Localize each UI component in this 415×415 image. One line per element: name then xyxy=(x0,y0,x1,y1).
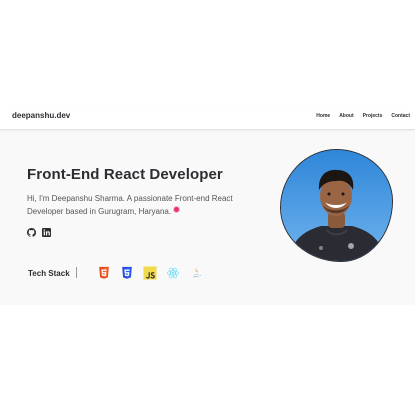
java-icon xyxy=(192,267,201,278)
tech-stack-divider xyxy=(76,267,77,278)
css3-icon xyxy=(122,266,132,279)
hero-subtitle-text: Hi, I'm Deepanshu Sharma. A passionate F… xyxy=(27,194,233,216)
linkedin-icon[interactable] xyxy=(42,228,51,237)
github-icon[interactable] xyxy=(27,228,36,237)
hero-title: Front-End React Developer xyxy=(27,166,223,183)
tech-stack-icons xyxy=(97,266,203,280)
nav-links: Home About Projects Contact xyxy=(316,113,410,119)
brand-logo[interactable]: deepanshu.dev xyxy=(12,111,70,120)
javascript-icon xyxy=(143,266,157,280)
profile-photo xyxy=(280,149,393,262)
social-links xyxy=(27,228,51,237)
hero-subtitle: Hi, I'm Deepanshu Sharma. A passionate F… xyxy=(27,192,252,218)
react-icon xyxy=(167,267,179,279)
nav-link-about[interactable]: About xyxy=(339,113,353,119)
profile-photo-illustration xyxy=(281,150,392,261)
hero-section: Front-End React Developer Hi, I'm Deepan… xyxy=(0,129,415,305)
nav-link-projects[interactable]: Projects xyxy=(363,113,383,119)
nav-link-home[interactable]: Home xyxy=(316,113,330,119)
nav-link-contact[interactable]: Contact xyxy=(391,113,410,119)
tech-stack-label: Tech Stack xyxy=(28,269,70,278)
navbar: deepanshu.dev Home About Projects Contac… xyxy=(0,105,415,129)
html5-icon xyxy=(99,266,109,279)
location-pin-icon xyxy=(174,207,180,212)
